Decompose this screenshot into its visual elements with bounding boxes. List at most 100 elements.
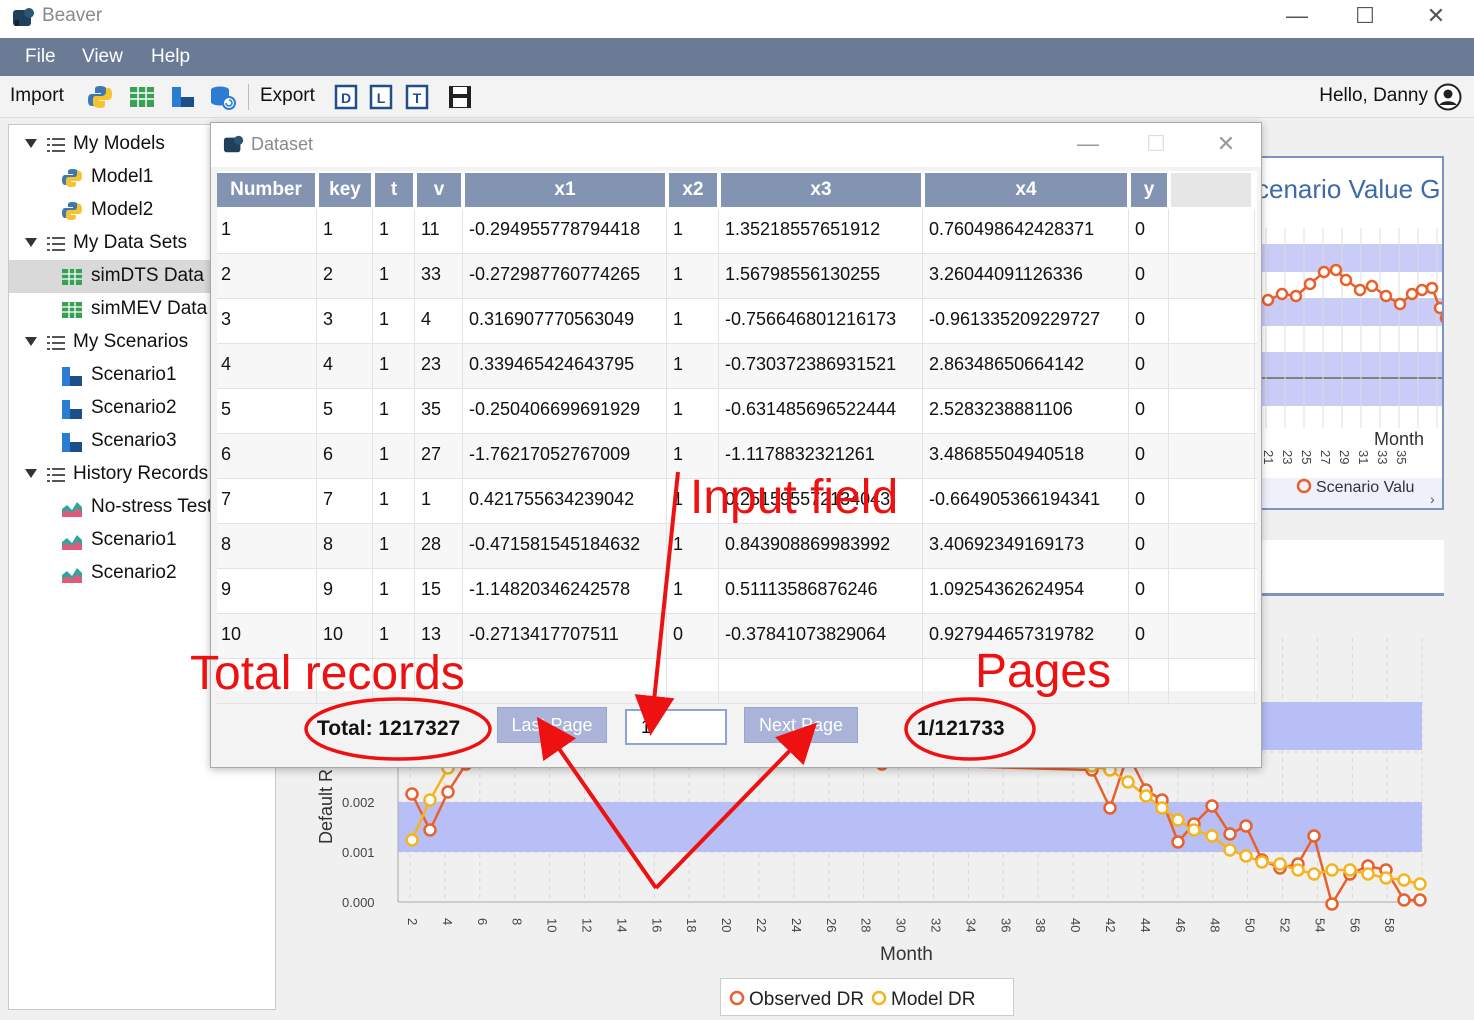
close-button[interactable]: ✕ xyxy=(1421,4,1451,30)
table-row[interactable]: 9 9 1 15 -1.14820346242578 1 0.51113586876246 1… xyxy=(217,569,1257,614)
main-chart-xtick: 28 xyxy=(859,918,874,932)
table-cell xyxy=(669,659,719,704)
table-cell xyxy=(1171,614,1255,659)
scenario-icon xyxy=(61,398,83,420)
top-chart-tick: 21 xyxy=(1261,450,1276,464)
legend-observed: Observed DR xyxy=(749,989,864,1010)
export-t-icon[interactable]: T xyxy=(404,83,432,111)
table-cell: 1 xyxy=(417,479,463,524)
table-cell: 1 xyxy=(375,344,415,389)
table-cell: 0 xyxy=(1131,524,1169,569)
scroll-right-icon[interactable]: › xyxy=(1430,491,1435,507)
column-header[interactable]: x2 xyxy=(669,173,719,207)
model-point xyxy=(1325,863,1339,877)
python-icon xyxy=(61,167,83,189)
model-point xyxy=(1139,789,1153,803)
main-chart-xtick: 52 xyxy=(1278,918,1293,932)
table-cell xyxy=(1171,389,1255,434)
column-header[interactable]: Number xyxy=(217,173,317,207)
model-point xyxy=(405,833,419,847)
top-chart-tick: 23 xyxy=(1280,450,1295,464)
expand-caret-icon[interactable] xyxy=(25,139,37,148)
table-row[interactable]: 3 3 1 4 0.316907770563049 1 -0.756646801216173… xyxy=(217,299,1257,344)
table-icon[interactable] xyxy=(128,83,156,111)
scenario-value-chart-panel: cenario Value G Month 21 23 25 27 29 31 33 35 S… xyxy=(1258,156,1444,510)
main-chart-xtick: 24 xyxy=(789,918,804,932)
top-chart-point xyxy=(1425,281,1439,295)
main-chart-xtick: 30 xyxy=(894,918,909,932)
top-chart-tick: 27 xyxy=(1318,450,1333,464)
list-icon xyxy=(45,134,67,156)
python-icon xyxy=(61,200,83,222)
table-row[interactable]: 5 5 1 35 -0.250406699691929 1 -0.6314856965224… xyxy=(217,389,1257,434)
table-row[interactable]: 4 4 1 23 0.339465424643795 1 -0.73037238693152… xyxy=(217,344,1257,389)
top-chart-point xyxy=(1365,279,1379,293)
area-chart-icon xyxy=(61,530,83,552)
table-cell: 8 xyxy=(217,524,317,569)
table-row[interactable]: 2 2 1 33 -0.272987760774265 1 1.56798556130255… xyxy=(217,254,1257,299)
annotation-total-records: Total records xyxy=(190,647,465,700)
table-cell: 35 xyxy=(417,389,463,434)
model-point xyxy=(1291,863,1305,877)
next-page-button[interactable]: Next Page xyxy=(744,707,858,743)
table-cell: 1.35218557651912 xyxy=(721,209,923,254)
table-cell: 1 xyxy=(375,434,415,479)
main-chart-xtick: 42 xyxy=(1103,918,1118,932)
background-strip-panel xyxy=(1258,540,1444,596)
tree-item-label: simDTS Data xyxy=(91,265,204,286)
dialog-minimize-button[interactable]: — xyxy=(1073,131,1103,157)
table-cell: -0.961335209229727 xyxy=(925,299,1129,344)
dialog-close-button[interactable]: ✕ xyxy=(1211,131,1241,157)
save-icon[interactable] xyxy=(446,83,474,111)
last-page-button[interactable]: Last Page xyxy=(497,707,607,743)
menu-help[interactable]: Help xyxy=(151,46,190,68)
import-button[interactable]: Import xyxy=(10,85,64,107)
table-row[interactable]: 1 1 1 11 -0.294955778794418 1 1.35218557651912… xyxy=(217,209,1257,254)
top-chart-tick: 35 xyxy=(1394,450,1409,464)
table-row[interactable]: 8 8 1 28 -0.471581545184632 1 0.84390886998399… xyxy=(217,524,1257,569)
main-chart-xtick: 34 xyxy=(963,918,978,932)
table-cell: 1 xyxy=(375,389,415,434)
top-chart-point xyxy=(1439,313,1442,323)
export-d-icon[interactable]: D xyxy=(333,83,361,111)
scenario-icon[interactable] xyxy=(169,83,197,111)
column-header[interactable]: v xyxy=(417,173,463,207)
page-number-input[interactable] xyxy=(625,709,727,745)
model-point xyxy=(1307,867,1321,881)
expand-caret-icon[interactable] xyxy=(25,337,37,346)
table-cell: 1 xyxy=(669,299,719,344)
main-chart-xtick: 40 xyxy=(1068,918,1083,932)
column-header[interactable]: y xyxy=(1131,173,1169,207)
table-cell: -0.664905366194341 xyxy=(925,479,1129,524)
main-chart-xtick: 4 xyxy=(440,918,455,925)
annotation-pages: Pages xyxy=(975,645,1112,698)
main-chart-xtick: 50 xyxy=(1243,918,1258,932)
top-chart-point xyxy=(1339,273,1353,287)
user-avatar-icon[interactable] xyxy=(1434,83,1462,111)
export-l-icon[interactable]: L xyxy=(368,83,396,111)
top-chart-point xyxy=(1275,287,1289,301)
column-header[interactable]: x4 xyxy=(925,173,1129,207)
observed-point xyxy=(1103,801,1117,815)
column-header[interactable]: x1 xyxy=(465,173,667,207)
column-header[interactable]: x3 xyxy=(721,173,923,207)
svg-text:L: L xyxy=(377,90,386,106)
model-point xyxy=(1187,823,1201,837)
column-header[interactable]: t xyxy=(375,173,415,207)
observed-point xyxy=(423,823,437,837)
python-icon[interactable] xyxy=(86,83,114,111)
observed-point xyxy=(1171,835,1185,849)
menu-view[interactable]: View xyxy=(82,46,123,68)
menu-file[interactable]: File xyxy=(25,46,56,68)
expand-caret-icon[interactable] xyxy=(25,469,37,478)
model-legend-marker xyxy=(871,990,887,1006)
maximize-button[interactable]: ☐ xyxy=(1350,4,1380,30)
column-header[interactable]: key xyxy=(319,173,373,207)
minimize-button[interactable]: — xyxy=(1282,4,1312,30)
table-cell xyxy=(1171,524,1255,569)
export-button[interactable]: Export xyxy=(260,85,315,107)
main-chart-legend: Observed DR Model DR xyxy=(720,978,1014,1016)
expand-caret-icon[interactable] xyxy=(25,238,37,247)
top-chart-tick: 31 xyxy=(1356,450,1371,464)
database-refresh-icon[interactable] xyxy=(208,83,236,111)
